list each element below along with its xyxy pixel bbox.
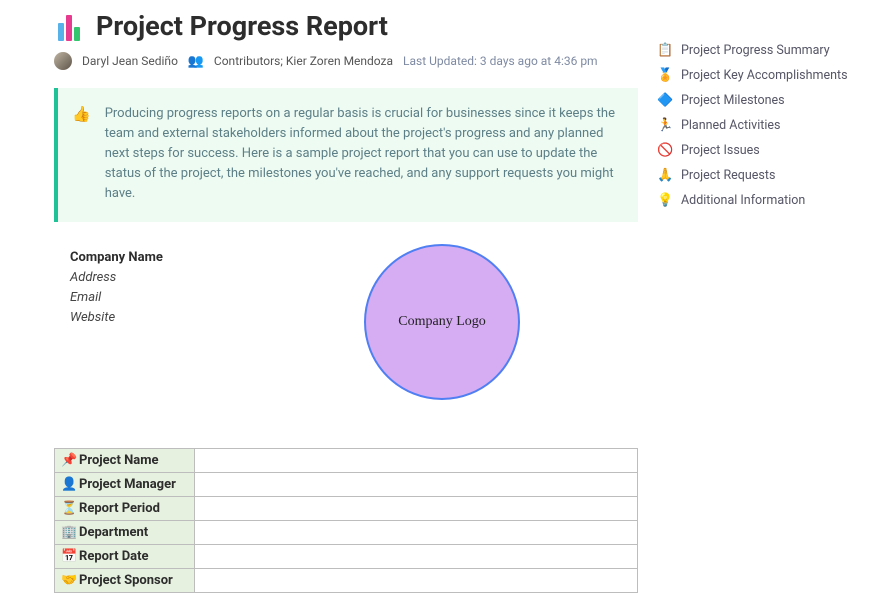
meta-row: Daryl Jean Sediño 👥 Contributors; Kier Z… — [54, 52, 638, 70]
contributors-value[interactable]: Kier Zoren Mendoza — [286, 54, 393, 68]
table-row-label: 👤Project Manager — [55, 473, 195, 497]
row-label-text: Report Date — [79, 549, 149, 564]
nav-item[interactable]: 🔷 Project Milestones — [658, 88, 857, 113]
company-address[interactable]: Address — [70, 268, 638, 288]
intro-callout: 👍 Producing progress reports on a regula… — [54, 88, 638, 222]
row-label-text: Project Name — [79, 453, 159, 468]
row-icon: 📅 — [61, 549, 77, 564]
table-row: ⏳Report Period — [55, 497, 638, 521]
table-row: 🤝Project Sponsor — [55, 569, 638, 593]
table-row: 📅Report Date — [55, 545, 638, 569]
nav-icon: 📋 — [658, 43, 673, 58]
nav-label: Planned Activities — [681, 118, 780, 133]
nav-item[interactable]: 🏃 Planned Activities — [658, 113, 857, 138]
row-icon: ⏳ — [61, 501, 77, 516]
nav-item[interactable]: 💡 Additional Information — [658, 188, 857, 213]
table-row-value[interactable] — [195, 521, 638, 545]
table-row: 📌Project Name — [55, 449, 638, 473]
table-row: 🏢Department — [55, 521, 638, 545]
nav-icon: 🔷 — [658, 93, 673, 108]
nav-item[interactable]: 📋 Project Progress Summary — [658, 38, 857, 63]
nav-item[interactable]: 🙏 Project Requests — [658, 163, 857, 188]
table-row: 👤Project Manager — [55, 473, 638, 497]
row-icon: 👤 — [61, 477, 77, 492]
company-website[interactable]: Website — [70, 308, 638, 328]
row-label-text: Project Manager — [79, 477, 176, 492]
bar-chart-icon — [54, 11, 84, 41]
row-icon: 📌 — [61, 453, 77, 468]
callout-text: Producing progress reports on a regular … — [105, 104, 620, 204]
page-title: Project Progress Report — [96, 10, 388, 42]
table-row-label: 📅Report Date — [55, 545, 195, 569]
row-icon: 🤝 — [61, 573, 77, 588]
nav-label: Additional Information — [681, 193, 805, 208]
company-logo-text: Company Logo — [398, 314, 486, 330]
table-row-value[interactable] — [195, 569, 638, 593]
table-row-value[interactable] — [195, 473, 638, 497]
nav-icon: 💡 — [658, 193, 673, 208]
title-row: Project Progress Report — [54, 10, 638, 42]
table-row-label: 🤝Project Sponsor — [55, 569, 195, 593]
project-info-table: 📌Project Name👤Project Manager⏳Report Per… — [54, 448, 638, 593]
nav-label: Project Key Accomplishments — [681, 68, 848, 83]
author-avatar[interactable] — [54, 52, 72, 70]
thumbs-up-icon: 👍 — [72, 104, 91, 204]
table-row-label: ⏳Report Period — [55, 497, 195, 521]
row-label-text: Project Sponsor — [79, 573, 173, 588]
table-row-label: 📌Project Name — [55, 449, 195, 473]
nav-label: Project Milestones — [681, 93, 785, 108]
nav-label: Project Requests — [681, 168, 775, 183]
nav-item[interactable]: 🏅 Project Key Accomplishments — [658, 63, 857, 88]
nav-label: Project Progress Summary — [681, 43, 830, 58]
sidebar-nav: 📋 Project Progress Summary 🏅 Project Key Ac… — [638, 10, 857, 593]
company-logo-placeholder[interactable]: Company Logo — [364, 244, 520, 400]
last-updated-value: 3 days ago at 4:36 pm — [480, 54, 598, 68]
company-name[interactable]: Company Name — [70, 248, 638, 268]
last-updated-label: Last Updated: — [403, 54, 477, 68]
nav-icon: 🙏 — [658, 168, 673, 183]
row-icon: 🏢 — [61, 525, 77, 540]
nav-label: Project Issues — [681, 143, 760, 158]
table-row-value[interactable] — [195, 545, 638, 569]
table-row-label: 🏢Department — [55, 521, 195, 545]
table-row-value[interactable] — [195, 449, 638, 473]
table-row-value[interactable] — [195, 497, 638, 521]
nav-icon: 🏅 — [658, 68, 673, 83]
row-label-text: Report Period — [79, 501, 160, 516]
company-email[interactable]: Email — [70, 288, 638, 308]
author-name[interactable]: Daryl Jean Sediño — [82, 54, 178, 68]
nav-icon: 🏃 — [658, 118, 673, 133]
nav-icon: 🚫 — [658, 143, 673, 158]
contributors-label: Contributors; — [214, 54, 283, 68]
nav-item[interactable]: 🚫 Project Issues — [658, 138, 857, 163]
row-label-text: Department — [79, 525, 148, 540]
contributors-icon: 👥 — [188, 53, 204, 69]
company-section: Company Name Address Email Website Compa… — [54, 248, 638, 448]
